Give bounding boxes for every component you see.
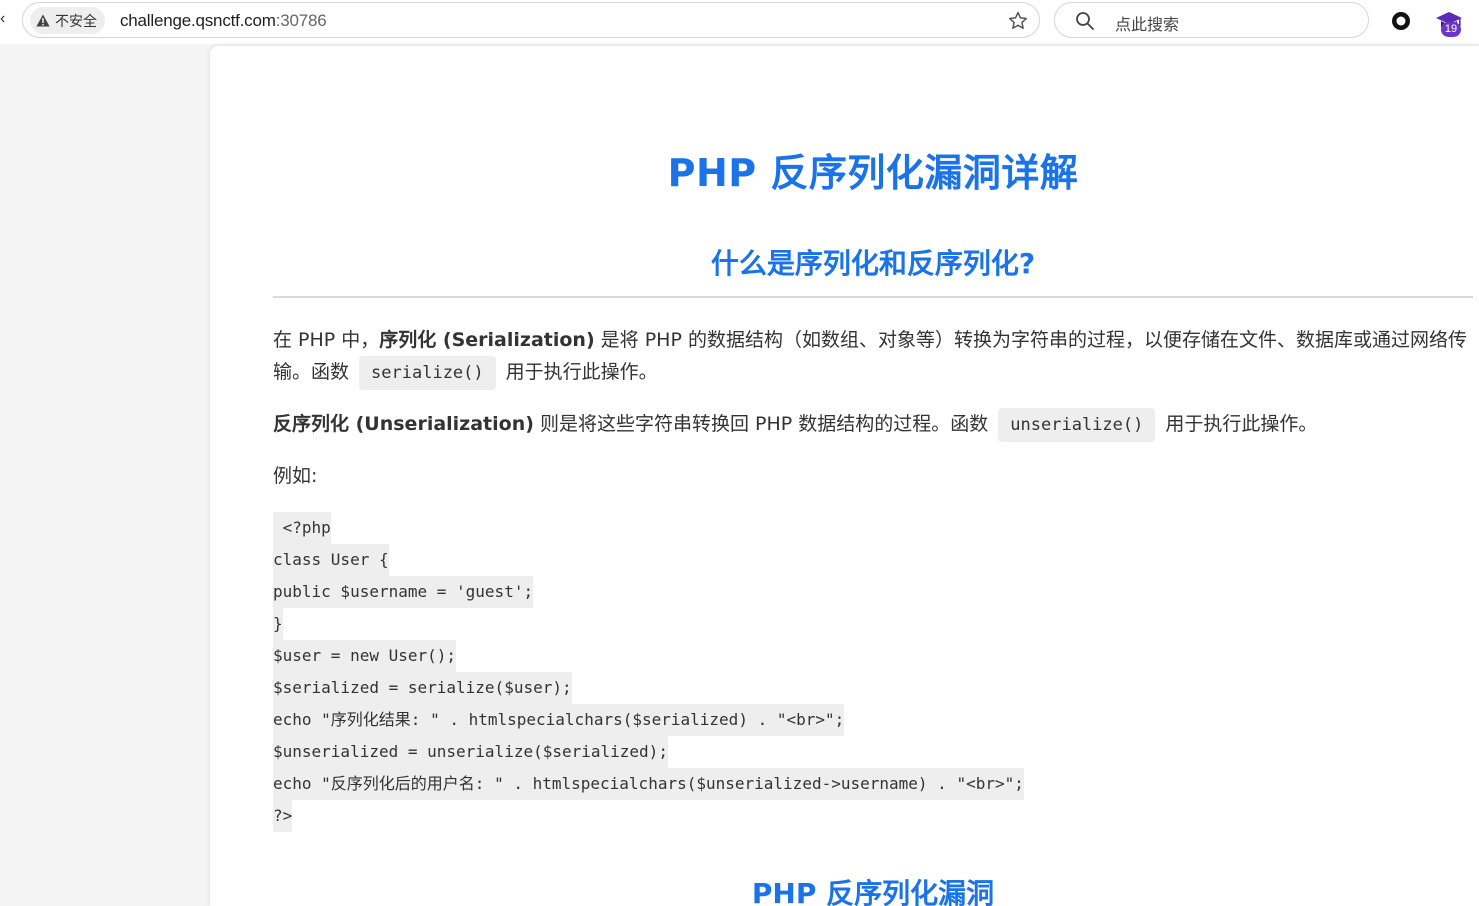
extension-badge: 19 — [1441, 22, 1461, 37]
code-example: <?php class User { public $username = 'g… — [273, 512, 1024, 832]
code-line: echo "序列化结果: " . htmlspecialchars($seria… — [273, 704, 1024, 736]
warning-icon — [36, 14, 50, 27]
section-divider — [273, 296, 1473, 298]
bookmark-star-icon[interactable] — [1007, 10, 1029, 32]
code-line: ?> — [273, 800, 1024, 832]
code-line: class User { — [273, 544, 1024, 576]
code-line: $unserialized = unserialize($serialized)… — [273, 736, 1024, 768]
url-text[interactable]: challenge.qsnctf.com:30786 — [120, 11, 327, 31]
p2-bold-term: 反序列化 (Unserialization) — [273, 413, 534, 435]
section-title-serialization: 什么是序列化和反序列化? — [710, 247, 1036, 280]
p1-text-start: 在 PHP 中， — [273, 329, 380, 351]
unserialization-paragraph: 反序列化 (Unserialization) 则是将这些字符串转换回 PHP 数… — [273, 408, 1469, 442]
page-title: PHP 反序列化漏洞详解 — [667, 151, 1079, 195]
p2-text-end: 用于执行此操作。 — [1159, 413, 1318, 435]
p1-bold-term: 序列化 (Serialization) — [379, 329, 595, 351]
serialize-inline-code: serialize() — [359, 356, 496, 390]
search-icon — [1076, 12, 1094, 30]
address-bar[interactable]: 不安全 challenge.qsnctf.com:30786 — [22, 2, 1040, 38]
url-host: challenge.qsnctf.com — [120, 11, 276, 30]
p1-text-end: 用于执行此操作。 — [499, 361, 658, 383]
code-line: $user = new User(); — [273, 640, 1024, 672]
code-line: <?php — [273, 512, 1024, 544]
example-label: 例如: — [273, 465, 318, 487]
search-placeholder: 点此搜索 — [1115, 15, 1180, 34]
section-title-vulnerability: PHP 反序列化漏洞 — [751, 877, 995, 906]
page-content: PHP 反序列化漏洞详解 什么是序列化和反序列化? 在 PHP 中，序列化 (S… — [210, 46, 1479, 906]
tab-edge-fragment: ‹ — [0, 10, 6, 27]
p2-text-middle: 则是将这些字符串转换回 PHP 数据结构的过程。函数 — [533, 413, 995, 435]
url-port: :30786 — [275, 11, 327, 30]
code-line: echo "反序列化后的用户名: " . htmlspecialchars($u… — [273, 768, 1024, 800]
browser-toolbar: ‹ 不安全 challenge.qsnctf.com:30786 点此搜索 19 — [0, 0, 1479, 44]
record-icon[interactable] — [1390, 10, 1412, 32]
code-line: $serialized = serialize($user); — [273, 672, 1024, 704]
security-label: 不安全 — [55, 13, 97, 30]
code-line: public $username = 'guest'; — [273, 576, 1024, 608]
code-line: } — [273, 608, 1024, 640]
security-indicator[interactable]: 不安全 — [30, 7, 105, 34]
serialization-paragraph: 在 PHP 中，序列化 (Serialization) 是将 PHP 的数据结构… — [273, 324, 1469, 390]
search-box[interactable]: 点此搜索 — [1054, 2, 1369, 38]
unserialize-inline-code: unserialize() — [998, 408, 1156, 442]
